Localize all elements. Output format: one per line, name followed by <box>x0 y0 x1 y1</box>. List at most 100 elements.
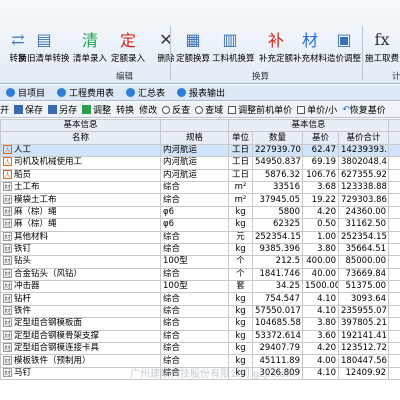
total-cell[interactable]: 31162.50 <box>337 218 390 232</box>
name-cell[interactable]: 材钻杆 <box>0 292 161 306</box>
qty-cell[interactable]: 227939.70 <box>252 143 303 158</box>
col-name[interactable]: 名称 <box>0 131 161 145</box>
extra-cell[interactable] <box>388 156 400 170</box>
ribbon-button-10[interactable]: fx 施工取费 <box>364 28 400 68</box>
price-cell[interactable]: 0.50 <box>302 218 339 232</box>
total-cell[interactable]: 180447.56 <box>337 354 390 368</box>
qty-cell[interactable]: 62325 <box>252 218 303 232</box>
spec-cell[interactable]: 综合 <box>160 180 229 195</box>
table-row[interactable]: 材麻（棕）绳 φ6 kg 5800 4.20 24360.00 <box>0 205 400 220</box>
name-cell[interactable]: 材麻（棕）绳 <box>0 218 161 232</box>
extra-cell[interactable] <box>388 242 400 257</box>
total-cell[interactable]: 85000.00 <box>337 255 390 269</box>
table-row[interactable]: 材合金钻头（风钻）综合个1841.74640.0073669.8459 <box>0 267 400 282</box>
total-cell[interactable]: 3093.64 <box>337 292 390 306</box>
unit-cell[interactable]: kg <box>228 242 253 257</box>
ribbon-button-3[interactable]: 定定额录入 <box>110 28 146 68</box>
name-cell[interactable]: 材定型组合钢模骨架支撑 <box>0 329 161 344</box>
total-cell[interactable]: 192141.41 <box>337 329 390 344</box>
col-spec[interactable]: 规格 <box>160 131 229 145</box>
table-row[interactable]: 材土工布 综合 m² 33516 3.68 123338.88 <box>0 180 400 195</box>
restore-price-button[interactable]: ↶ 恢复基价 <box>342 103 386 117</box>
total-cell[interactable]: 35664.51 <box>337 242 390 257</box>
name-cell[interactable]: 材定型组合钢模板面 <box>0 317 161 331</box>
extra-cell[interactable] <box>388 317 400 331</box>
name-cell[interactable]: 材模袋土工布 <box>0 193 161 207</box>
extra-cell[interactable] <box>388 292 400 306</box>
extra-cell[interactable]: 60 <box>388 255 400 269</box>
unit-cell[interactable]: m² <box>228 193 253 207</box>
unit-cell[interactable]: kg <box>228 329 253 344</box>
ribbon-button-9[interactable]: ▣ 造价调整 <box>326 28 362 68</box>
extra-cell[interactable] <box>388 205 400 220</box>
spec-cell[interactable]: 综合 <box>160 292 229 306</box>
spec-cell[interactable]: 综合 <box>160 193 229 207</box>
price-cell[interactable]: 4.20 <box>302 205 339 220</box>
total-cell[interactable]: 729303.86 <box>337 193 390 207</box>
qty-cell[interactable]: 104685.58 <box>252 317 303 331</box>
qty-cell[interactable]: 29407.79 <box>252 342 303 356</box>
name-cell[interactable]: 人人工 <box>0 143 161 158</box>
name-cell[interactable]: 材钻头 <box>0 255 161 269</box>
table-row[interactable]: 材钻杆 综合 kg 754.547 4.10 3093.64 <box>0 292 400 306</box>
table-row[interactable]: 材钻头100型个212.5400.0085000.0060 <box>0 255 400 269</box>
total-cell[interactable]: 123512.72 <box>337 342 390 356</box>
ribbon-button-6[interactable]: ▥ 工料机换算 <box>212 28 255 68</box>
name-cell[interactable]: 材土工布 <box>0 180 161 195</box>
extra-cell[interactable]: 159 <box>388 280 400 294</box>
ribbon-button-8[interactable]: 材补充材料 <box>292 28 328 68</box>
extra-cell[interactable] <box>388 304 400 319</box>
qty-cell[interactable]: 5800 <box>252 205 303 220</box>
price-cell[interactable]: 4.10 <box>302 304 339 319</box>
spec-cell[interactable]: 综合 <box>160 304 229 319</box>
price-cell[interactable]: 62.47 <box>302 143 339 158</box>
total-cell[interactable]: 3802048.4 <box>337 156 390 170</box>
spec-cell[interactable]: 综合 <box>160 317 229 331</box>
unit-cell[interactable]: kg <box>228 342 253 356</box>
tab-fee-table[interactable]: 工程费用表 <box>51 85 120 101</box>
spec-cell[interactable]: 综合 <box>160 230 229 244</box>
unit-cell[interactable]: kg <box>228 317 253 331</box>
qty-cell[interactable]: 9385.396 <box>252 242 303 257</box>
price-cell[interactable]: 3.80 <box>302 317 339 331</box>
tab-summary[interactable]: 汇总表 <box>120 85 171 101</box>
total-cell[interactable]: 12409.92 <box>337 366 390 381</box>
col-qty[interactable]: 数量 <box>252 131 303 145</box>
unit-price-checkbox[interactable]: 单价/小 <box>297 103 337 116</box>
total-cell[interactable]: 73669.84 <box>337 267 390 282</box>
ribbon-button-5[interactable]: ▦ 定额换算 <box>175 28 211 68</box>
extra-cell[interactable] <box>388 193 400 207</box>
save-as-button[interactable]: 另存 <box>48 103 77 116</box>
name-cell[interactable]: 材合金钻头（风钻） <box>0 267 161 282</box>
spec-cell[interactable]: 内河航运 <box>160 156 229 170</box>
col-unit[interactable]: 单位 <box>228 131 253 145</box>
table-row[interactable]: 人船员 内河航运 工日 5876.32 106.76 627355.92 <box>0 168 400 182</box>
table-row[interactable]: 材铁件 综合 kg 57550.017 4.10 235955.07 <box>0 304 400 319</box>
qty-cell[interactable]: 252354.15 <box>252 230 303 244</box>
table-row[interactable]: 人人工 内河航运 工日 227939.70 62.47 14239393. <box>0 143 400 158</box>
unit-cell[interactable]: kg <box>228 304 253 319</box>
save-button[interactable]: 保存 <box>14 103 43 116</box>
total-cell[interactable]: 235955.07 <box>337 304 390 319</box>
total-cell[interactable]: 627355.92 <box>337 168 390 182</box>
name-cell[interactable]: 材铁件 <box>0 304 161 319</box>
total-cell[interactable]: 252354.15 <box>337 230 390 244</box>
price-cell[interactable]: 4.00 <box>302 354 339 368</box>
name-cell[interactable]: 人船员 <box>0 168 161 182</box>
domain-lookup-radio[interactable]: 查域 <box>195 103 223 116</box>
extra-cell[interactable] <box>388 354 400 368</box>
extra-cell[interactable]: 59 <box>388 267 400 282</box>
spec-cell[interactable]: 综合 <box>160 267 229 282</box>
total-cell[interactable]: 14239393. <box>337 143 390 158</box>
price-cell[interactable]: 3.80 <box>302 242 339 257</box>
table-row[interactable]: 材铁钉 综合 kg 9385.396 3.80 35664.51 <box>0 242 400 257</box>
unit-cell[interactable]: 个 <box>228 267 253 282</box>
total-cell[interactable]: 51375.00 <box>337 280 390 294</box>
ribbon-button-1[interactable]: ▤ 新旧清单转换 <box>18 28 70 68</box>
total-cell[interactable]: 397805.21 <box>337 317 390 331</box>
tab-project[interactable]: 目项目 <box>0 85 51 101</box>
col-price[interactable]: 基价 <box>302 131 339 145</box>
pre-adjust-price-checkbox[interactable]: 调整前机单价 <box>228 103 292 116</box>
spec-cell[interactable]: 100型 <box>160 280 229 294</box>
price-cell[interactable]: 3.60 <box>302 329 339 344</box>
